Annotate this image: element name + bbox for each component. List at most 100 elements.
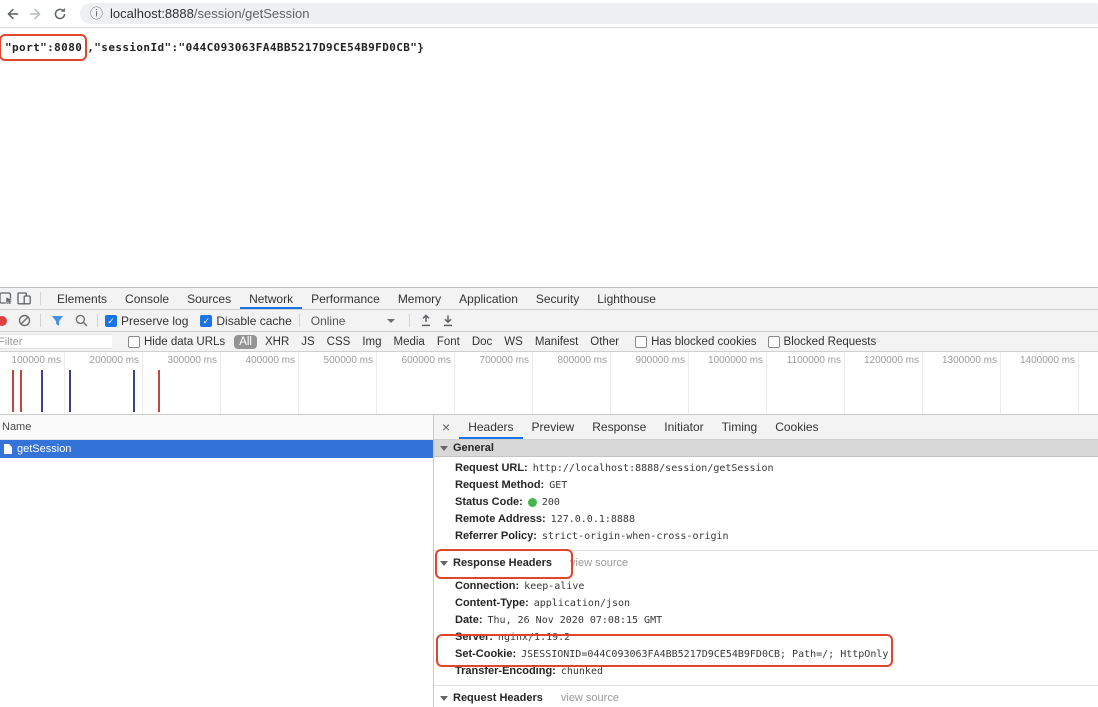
header-row: Date: Thu, 26 Nov 2020 07:08:15 GMT xyxy=(434,612,1098,629)
record-icon[interactable] xyxy=(0,315,7,326)
section-rows: Connection: keep-alive Content-Type: applic… xyxy=(434,575,1098,680)
header-value: chunked xyxy=(560,666,603,677)
has-blocked-cookies-label[interactable]: Has blocked cookies xyxy=(651,336,756,348)
view-source-link[interactable]: view source xyxy=(570,557,628,569)
reload-button[interactable] xyxy=(48,2,72,26)
device-toolbar-button[interactable] xyxy=(15,290,33,308)
filter-input[interactable] xyxy=(0,334,112,349)
header-key: Request Method: xyxy=(455,479,545,491)
page-info-icon[interactable]: ⓘ xyxy=(90,7,103,20)
has-blocked-cookies-checkbox[interactable] xyxy=(635,335,648,348)
header-value: 200 xyxy=(541,497,560,508)
preserve-log-label[interactable]: Preserve log xyxy=(121,314,188,328)
hide-data-urls-checkbox[interactable] xyxy=(128,335,140,348)
header-row: Content-Type: application/json xyxy=(434,595,1098,612)
tab-initiator[interactable]: Initiator xyxy=(655,415,712,439)
url-host: localhost:8888 xyxy=(110,6,194,21)
filter-button[interactable] xyxy=(48,312,66,330)
preserve-log-checkbox[interactable]: ✓ xyxy=(105,314,117,327)
details-tabs: Headers Preview Response Initiator Timing Coo… xyxy=(459,415,827,439)
header-row: Set-Cookie: JSESSIONID=044C093063FA4BB521… xyxy=(434,646,1098,663)
type-filter-doc[interactable]: Doc xyxy=(472,336,492,348)
tab-security[interactable]: Security xyxy=(527,288,588,309)
tab-application[interactable]: Application xyxy=(450,288,527,309)
type-filter-ws[interactable]: WS xyxy=(504,336,523,348)
filter-input-wrap xyxy=(0,334,112,349)
device-toolbar-icon xyxy=(17,292,31,305)
headers-sections: General Request URL: http://localhost:8888… xyxy=(434,440,1098,707)
timeline-overview[interactable]: 100000 ms 200000 ms 300000 ms 400000 ms 5000… xyxy=(0,352,1098,415)
headers-panel[interactable]: General Request URL: http://localhost:8888… xyxy=(434,440,1098,707)
type-filter-manifest[interactable]: Manifest xyxy=(535,336,578,348)
url-path: /session/getSession xyxy=(193,6,310,21)
header-row: Transfer-Encoding: chunked xyxy=(434,663,1098,680)
clear-button[interactable] xyxy=(15,312,33,330)
inspect-element-button[interactable] xyxy=(0,290,15,308)
tab-sources[interactable]: Sources xyxy=(178,288,240,309)
export-har-button[interactable] xyxy=(439,312,457,330)
type-filter-img[interactable]: Img xyxy=(362,336,381,348)
timeline-tick-label: 300000 ms xyxy=(143,352,221,414)
divider xyxy=(409,314,411,327)
section-rows: Request URL: http://localhost:8888/sessio… xyxy=(434,457,1098,545)
tab-elements[interactable]: Elements xyxy=(48,288,116,309)
tab-preview[interactable]: Preview xyxy=(523,415,584,439)
timeline-tick-label: 700000 ms xyxy=(455,352,533,414)
type-filter-css[interactable]: CSS xyxy=(327,336,351,348)
chevron-down-icon xyxy=(440,560,448,566)
tab-console[interactable]: Console xyxy=(116,288,178,309)
table-row-getSession[interactable]: getSession xyxy=(0,440,433,458)
import-har-button[interactable] xyxy=(417,312,435,330)
divider xyxy=(97,314,98,327)
tab-memory[interactable]: Memory xyxy=(389,288,450,309)
chevron-down-icon xyxy=(440,445,448,451)
type-filter-xhr[interactable]: XHR xyxy=(265,336,289,348)
tab-response[interactable]: Response xyxy=(583,415,655,439)
requests-pane: Name getSession xyxy=(0,415,434,707)
timeline-request-bar xyxy=(12,370,14,412)
blocked-requests-checkbox[interactable] xyxy=(767,335,780,348)
blocked-requests-label[interactable]: Blocked Requests xyxy=(784,336,877,348)
timeline-tick-label: 1000000 ms xyxy=(689,352,767,414)
timeline-tick-label: 600000 ms xyxy=(377,352,455,414)
type-filter-other[interactable]: Other xyxy=(590,336,619,348)
header-row: Remote Address: 127.0.0.1:8888 xyxy=(434,511,1098,528)
timeline-tick-label: 200000 ms xyxy=(65,352,143,414)
header-row: Status Code: 200 xyxy=(434,494,1098,511)
address-bar[interactable]: ⓘ localhost:8888/session/getSession xyxy=(80,3,1098,24)
chevron-down-icon[interactable] xyxy=(387,318,396,323)
tab-timing[interactable]: Timing xyxy=(713,415,767,439)
status-ok-icon xyxy=(527,498,537,507)
tab-cookies[interactable]: Cookies xyxy=(766,415,827,439)
type-filter-font[interactable]: Font xyxy=(437,336,460,348)
tab-network[interactable]: Network xyxy=(240,288,302,309)
hide-data-urls-label[interactable]: Hide data URLs xyxy=(144,336,225,348)
timeline-tick-label: 1100000 ms xyxy=(767,352,845,414)
section-title: Response Headers xyxy=(453,557,553,569)
import-har-icon xyxy=(422,314,431,327)
section-header-general[interactable]: General xyxy=(434,440,1098,457)
view-source-link[interactable]: view source xyxy=(561,692,619,704)
requests-name-header[interactable]: Name xyxy=(0,415,433,440)
section-header-request-headers[interactable]: Request Headers view source xyxy=(434,686,1098,707)
type-filter-js[interactable]: JS xyxy=(301,336,314,348)
back-button[interactable] xyxy=(0,2,24,26)
back-icon xyxy=(7,8,19,19)
forward-button[interactable] xyxy=(24,2,48,26)
throttling-select[interactable]: Online xyxy=(311,314,346,328)
section-header-response-headers[interactable]: Response Headers view source xyxy=(434,551,1098,575)
tab-performance[interactable]: Performance xyxy=(302,288,389,309)
disable-cache-checkbox[interactable]: ✓ xyxy=(200,314,213,327)
tab-headers[interactable]: Headers xyxy=(459,415,522,439)
disable-cache-label[interactable]: Disable cache xyxy=(216,314,291,328)
network-toolbar: ✓ Preserve log ✓ Disable cache Online xyxy=(0,310,1098,332)
header-value: 127.0.0.1:8888 xyxy=(550,514,635,525)
devtools-tabbar: Elements Console Sources Network Performance… xyxy=(0,288,1098,310)
type-filter-all[interactable]: All xyxy=(234,334,257,349)
tab-lighthouse[interactable]: Lighthouse xyxy=(588,288,665,309)
search-button[interactable] xyxy=(72,312,90,330)
close-details-button[interactable]: × xyxy=(434,419,459,435)
timeline-tick-label: 1400000 ms xyxy=(1001,352,1079,414)
header-row: Request Method: GET xyxy=(434,477,1098,494)
type-filter-media[interactable]: Media xyxy=(394,336,425,348)
